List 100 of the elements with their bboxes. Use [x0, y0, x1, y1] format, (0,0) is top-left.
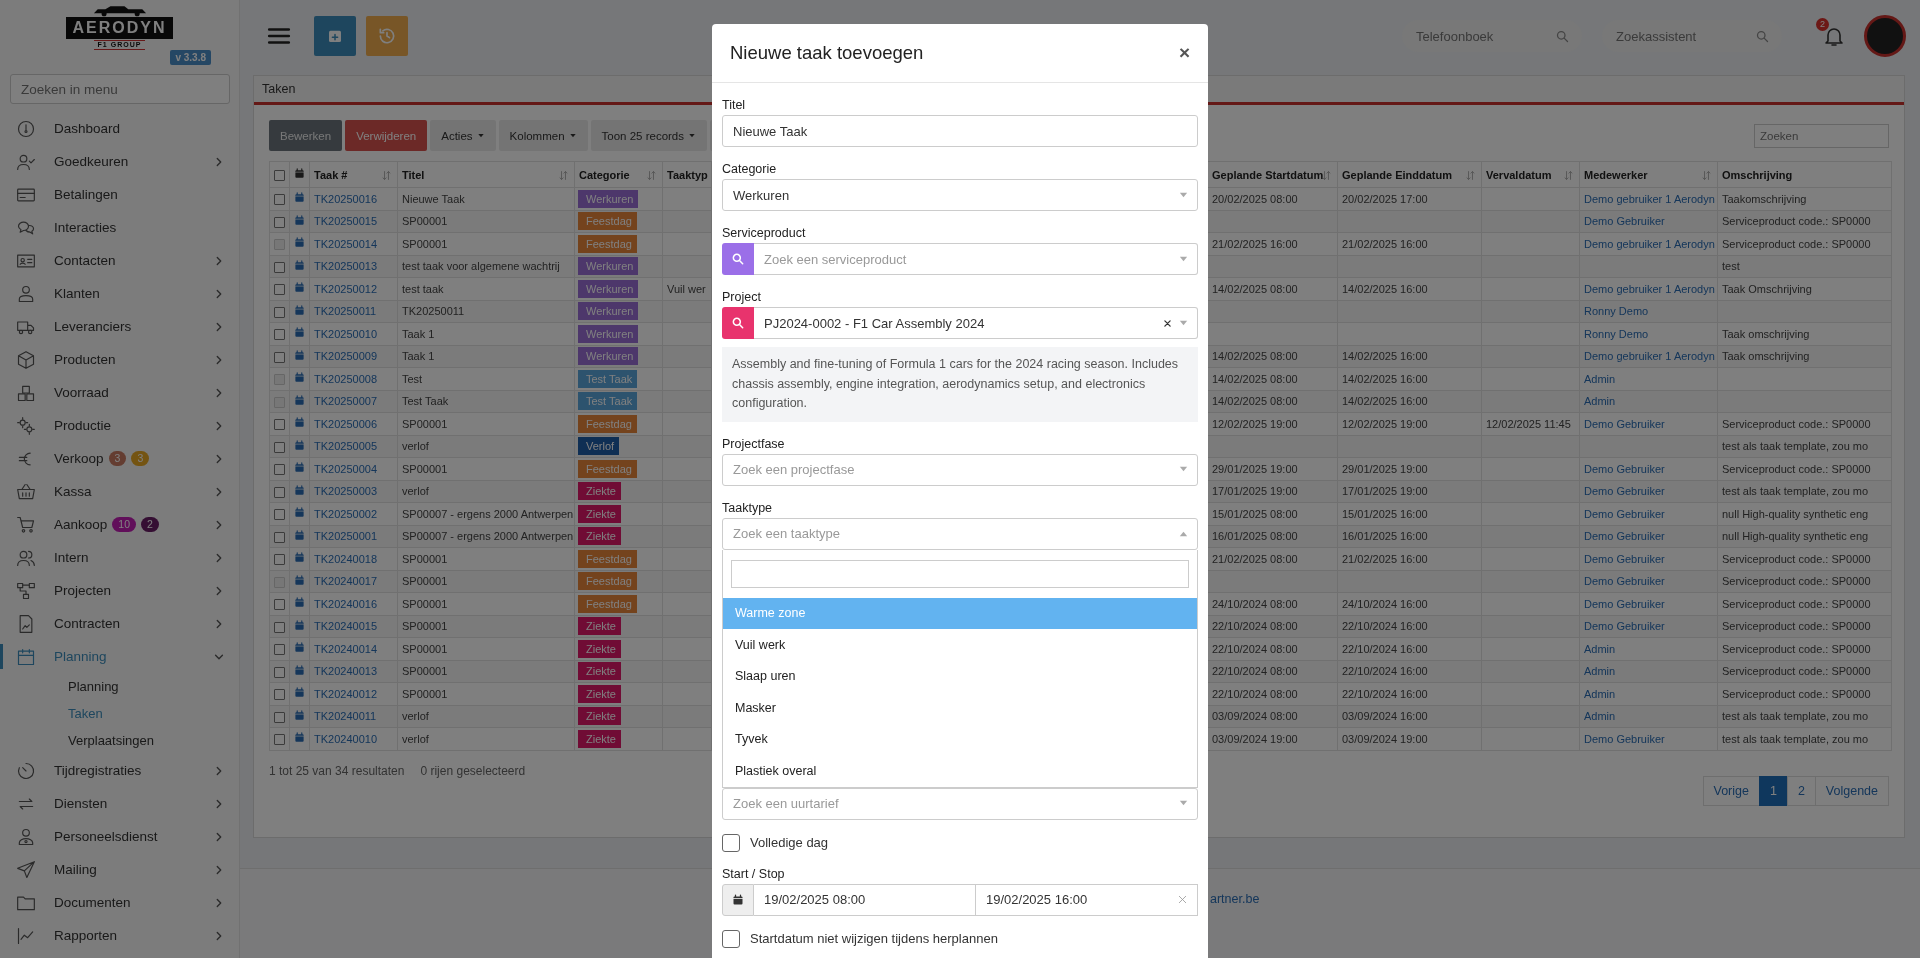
select-field[interactable]: Zoek een projectfase — [722, 453, 1198, 486]
calendar-icon[interactable] — [294, 237, 305, 249]
row-checkbox[interactable] — [274, 441, 285, 453]
column-header[interactable]: Categorie — [574, 161, 663, 188]
checkbox[interactable] — [722, 833, 740, 852]
calendar-icon[interactable] — [294, 664, 305, 676]
calendar-icon[interactable] — [294, 709, 305, 721]
row-checkbox[interactable] — [274, 351, 285, 363]
calendar-icon[interactable] — [294, 552, 305, 564]
end-date-field[interactable]: 19/02/2025 16:00 — [976, 883, 1198, 916]
calendar-icon[interactable] — [294, 507, 305, 519]
row-checkbox[interactable] — [274, 194, 285, 206]
calendar-icon[interactable] — [294, 372, 305, 384]
search-button[interactable] — [722, 243, 754, 275]
menu-item[interactable]: Goedkeuren — [0, 145, 239, 178]
employee-link[interactable]: Admin — [1584, 665, 1616, 678]
row-checkbox[interactable] — [274, 666, 285, 678]
calendar-icon[interactable] — [294, 417, 305, 429]
column-header[interactable]: Vervaldatum — [1481, 161, 1580, 188]
dropdown-option[interactable]: Plastiek overal — [723, 755, 1197, 787]
row-checkbox[interactable] — [274, 689, 285, 701]
employee-link[interactable]: Admin — [1584, 710, 1616, 723]
calendar-icon[interactable] — [294, 214, 305, 226]
row-checkbox[interactable] — [274, 711, 285, 723]
text-input[interactable]: Nieuwe Taak — [722, 115, 1198, 147]
row-checkbox[interactable] — [274, 284, 285, 296]
menu-item[interactable]: Projecten — [0, 574, 239, 607]
search-select-field[interactable]: Zoek een serviceproduct — [754, 243, 1198, 275]
calendar-icon[interactable] — [294, 732, 305, 744]
calendar-icon[interactable] — [294, 619, 305, 631]
menu-item[interactable]: Producten — [0, 343, 239, 376]
delete-button[interactable]: Verwijderen — [345, 120, 428, 151]
edit-button[interactable]: Bewerken — [269, 120, 343, 151]
close-button[interactable]: × — [1178, 42, 1190, 64]
calendar-icon[interactable] — [294, 259, 305, 271]
dropdown-button[interactable]: Acties — [430, 120, 496, 151]
menu-item[interactable]: Leveranciers — [0, 310, 239, 343]
submenu-item[interactable]: Verplaatsingen — [0, 727, 239, 754]
row-checkbox[interactable] — [274, 734, 285, 746]
row-checkbox[interactable] — [274, 329, 285, 341]
menu-item[interactable]: Klanten — [0, 277, 239, 310]
row-checkbox[interactable] — [274, 261, 285, 273]
calendar-icon[interactable] — [294, 282, 305, 294]
dropdown-option[interactable]: Slaap uren — [723, 660, 1197, 692]
footer-link[interactable]: artner.be — [1210, 892, 1260, 907]
calendar-icon[interactable] — [294, 642, 305, 654]
calendar-icon[interactable] — [294, 394, 305, 406]
calendar-icon[interactable] — [294, 597, 305, 609]
select-field[interactable]: Werkuren — [722, 179, 1198, 211]
dropdown-button[interactable]: Kolommen — [498, 120, 588, 151]
column-header[interactable]: Geplande Einddatum — [1337, 161, 1482, 188]
row-checkbox[interactable] — [274, 464, 285, 476]
calendar-icon[interactable] — [294, 192, 305, 204]
menu-item[interactable]: Diensten — [0, 787, 239, 820]
dropdown-button[interactable]: Toon 25 records — [590, 120, 707, 151]
menu-item[interactable]: Dashboard — [0, 112, 239, 145]
row-checkbox[interactable] — [274, 486, 285, 498]
search-button[interactable] — [722, 307, 754, 339]
calendar-icon[interactable] — [294, 439, 305, 451]
row-checkbox[interactable] — [274, 419, 285, 431]
menu-item[interactable]: Verkoop 3 3 — [0, 442, 239, 475]
calendar-icon[interactable] — [294, 462, 305, 474]
column-header[interactable]: Medewerker — [1579, 161, 1718, 188]
submenu-item[interactable]: Planning — [0, 673, 239, 700]
menu-item[interactable]: Personeelsdienst — [0, 820, 239, 853]
search-select-field[interactable]: PJ2024-0002 - F1 Car Assembly 2024 — [754, 307, 1198, 339]
dropdown-search-field[interactable] — [731, 559, 1189, 588]
row-checkbox[interactable] — [274, 509, 285, 521]
dropdown-option[interactable]: Warme zone — [723, 597, 1197, 629]
calendar-icon[interactable] — [294, 327, 305, 339]
row-checkbox[interactable] — [274, 531, 285, 543]
clear-icon[interactable] — [1163, 318, 1172, 328]
page-button[interactable]: 2 — [1786, 775, 1816, 806]
menu-item[interactable]: Documenten — [0, 886, 239, 919]
column-header[interactable]: Taak # — [309, 161, 398, 188]
row-checkbox[interactable] — [274, 216, 285, 228]
calendar-icon[interactable] — [294, 529, 305, 541]
row-checkbox[interactable] — [274, 306, 285, 318]
menu-item[interactable]: Aankoop 10 2 — [0, 508, 239, 541]
menu-item[interactable]: Tijdregistraties — [0, 754, 239, 787]
row-checkbox[interactable] — [274, 554, 285, 566]
select-field[interactable]: Zoek een taaktype — [722, 517, 1198, 550]
start-date-field[interactable]: 19/02/2025 08:00 — [754, 883, 976, 916]
dropdown-option[interactable]: Masker — [723, 692, 1197, 724]
table-search-field[interactable]: Zoeken — [1754, 123, 1889, 148]
menu-item[interactable]: Betalingen — [0, 178, 239, 211]
menu-item[interactable]: Productie — [0, 409, 239, 442]
dropdown-option[interactable]: Tyvek — [723, 723, 1197, 755]
row-checkbox[interactable] — [274, 599, 285, 611]
employee-link[interactable]: Admin — [1584, 642, 1616, 655]
page-button[interactable]: Volgende — [1814, 775, 1889, 806]
page-button[interactable]: Vorige — [1702, 775, 1760, 806]
row-checkbox[interactable] — [274, 644, 285, 656]
menu-item[interactable]: Interacties — [0, 211, 239, 244]
select-field[interactable]: Zoek een uurtarief — [722, 787, 1198, 820]
avatar[interactable] — [1864, 15, 1906, 57]
calendar-icon[interactable] — [294, 304, 305, 316]
employee-link[interactable]: Admin — [1584, 687, 1616, 700]
menu-item[interactable]: Intern — [0, 541, 239, 574]
menu-search-field[interactable]: Zoeken in menu — [10, 74, 230, 104]
